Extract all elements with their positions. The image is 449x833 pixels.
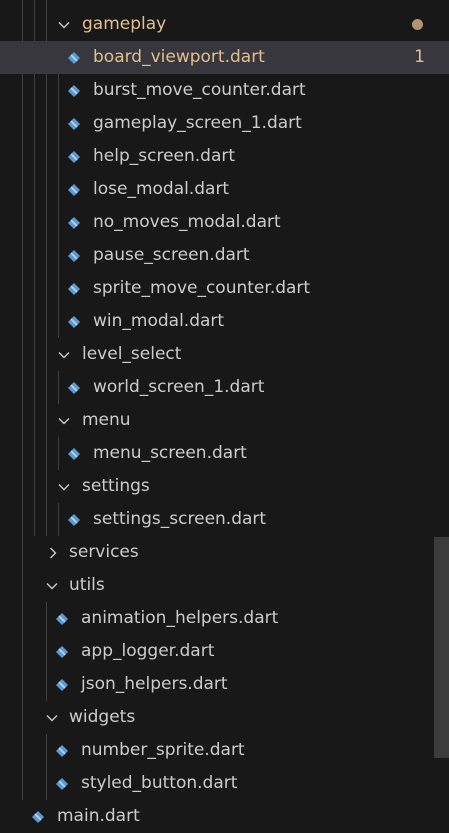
folder-label: utils — [69, 575, 105, 595]
dart-file-icon — [52, 635, 72, 668]
file-menu-screen[interactable]: menu_screen.dart — [0, 437, 449, 470]
file-label: board_viewport.dart — [93, 47, 265, 67]
folder-services[interactable]: services — [0, 536, 449, 569]
dart-file-icon — [64, 107, 84, 140]
folder-gameplay[interactable]: gameplay — [0, 8, 449, 41]
folder-settings[interactable]: settings — [0, 470, 449, 503]
file-lose-modal[interactable]: lose_modal.dart — [0, 173, 449, 206]
chevron-down-icon — [44, 701, 60, 734]
file-label: main.dart — [57, 806, 140, 826]
file-styled-button[interactable]: styled_button.dart — [0, 767, 449, 800]
folder-widgets[interactable]: widgets — [0, 701, 449, 734]
file-label: burst_move_counter.dart — [93, 80, 306, 100]
file-help-screen[interactable]: help_screen.dart — [0, 140, 449, 173]
folder-label: menu — [82, 410, 131, 430]
dart-file-icon — [64, 305, 84, 338]
file-no-moves-modal[interactable]: no_moves_modal.dart — [0, 206, 449, 239]
dart-file-icon — [64, 371, 84, 404]
file-label: help_screen.dart — [93, 146, 236, 166]
dart-file-icon — [52, 602, 72, 635]
dart-file-icon — [64, 437, 84, 470]
file-animation-helpers[interactable]: animation_helpers.dart — [0, 602, 449, 635]
modified-dot-icon — [412, 19, 423, 30]
dart-file-icon — [64, 41, 84, 74]
chevron-down-icon — [56, 338, 72, 371]
folder-label: level_select — [82, 344, 182, 364]
file-burst-move-counter[interactable]: burst_move_counter.dart — [0, 74, 449, 107]
file-label: menu_screen.dart — [93, 443, 247, 463]
file-label: sprite_move_counter.dart — [93, 278, 311, 298]
chevron-down-icon — [56, 404, 72, 437]
file-label: number_sprite.dart — [81, 740, 245, 760]
folder-utils[interactable]: utils — [0, 569, 449, 602]
dart-file-icon — [52, 734, 72, 767]
folder-label: services — [69, 542, 139, 562]
file-app-logger[interactable]: app_logger.dart — [0, 635, 449, 668]
vertical-scrollbar-thumb[interactable] — [434, 537, 449, 758]
file-sprite-move-counter[interactable]: sprite_move_counter.dart — [0, 272, 449, 305]
chevron-right-icon — [45, 536, 61, 569]
dart-file-icon — [52, 767, 72, 800]
chevron-down-icon — [44, 569, 60, 602]
file-win-modal[interactable]: win_modal.dart — [0, 305, 449, 338]
file-main[interactable]: main.dart — [0, 800, 449, 833]
folder-label: widgets — [69, 707, 136, 727]
file-label: app_logger.dart — [81, 641, 215, 661]
dart-file-icon — [64, 272, 84, 305]
file-label: no_moves_modal.dart — [93, 212, 281, 232]
file-number-sprite[interactable]: number_sprite.dart — [0, 734, 449, 767]
dart-file-icon — [64, 239, 84, 272]
file-label: animation_helpers.dart — [81, 608, 279, 628]
dart-file-icon — [28, 800, 48, 833]
dart-file-icon — [64, 74, 84, 107]
file-label: win_modal.dart — [93, 311, 225, 331]
dart-file-icon — [64, 206, 84, 239]
file-settings-screen[interactable]: settings_screen.dart — [0, 503, 449, 536]
file-explorer-tree: gameplay board_viewport.dart 1 burst_mov… — [0, 0, 449, 833]
file-world-screen-1[interactable]: world_screen_1.dart — [0, 371, 449, 404]
folder-level-select[interactable]: level_select — [0, 338, 449, 371]
file-gameplay-screen-1[interactable]: gameplay_screen_1.dart — [0, 107, 449, 140]
file-label: world_screen_1.dart — [93, 377, 265, 397]
dart-file-icon — [64, 173, 84, 206]
file-label: pause_screen.dart — [93, 245, 250, 265]
chevron-down-icon — [56, 8, 72, 41]
folder-label: settings — [82, 476, 150, 496]
dart-file-icon — [52, 668, 72, 701]
file-pause-screen[interactable]: pause_screen.dart — [0, 239, 449, 272]
file-json-helpers[interactable]: json_helpers.dart — [0, 668, 449, 701]
file-label: styled_button.dart — [81, 773, 238, 793]
dart-file-icon — [64, 503, 84, 536]
dart-file-icon — [64, 140, 84, 173]
problem-count-badge: 1 — [414, 47, 425, 67]
file-label: gameplay_screen_1.dart — [93, 113, 302, 133]
file-label: json_helpers.dart — [81, 674, 228, 694]
folder-label: gameplay — [82, 14, 167, 34]
folder-menu[interactable]: menu — [0, 404, 449, 437]
file-label: lose_modal.dart — [93, 179, 230, 199]
chevron-down-icon — [56, 470, 72, 503]
file-board-viewport[interactable]: board_viewport.dart 1 — [0, 41, 449, 74]
file-label: settings_screen.dart — [93, 509, 267, 529]
